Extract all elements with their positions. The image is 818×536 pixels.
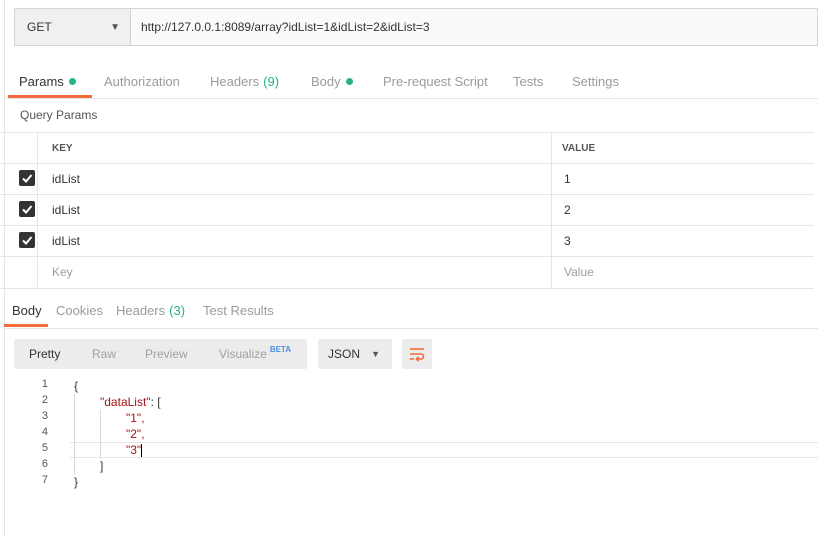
line-number: 3 bbox=[41, 410, 48, 422]
line-number: 4 bbox=[41, 426, 48, 438]
table-row bbox=[0, 163, 814, 195]
code-line: "dataList": [ bbox=[100, 394, 161, 410]
text-cursor bbox=[141, 444, 143, 458]
active-tab-underline bbox=[8, 95, 92, 98]
tab-headers[interactable]: Headers (9) bbox=[210, 66, 279, 97]
line-number: 7 bbox=[41, 474, 48, 486]
view-pretty-button[interactable]: Pretty bbox=[29, 339, 60, 369]
tab-tests[interactable]: Tests bbox=[513, 66, 543, 97]
format-select[interactable]: JSON ▼ bbox=[318, 339, 392, 369]
tab-params[interactable]: Params bbox=[19, 66, 76, 97]
indent-guide bbox=[100, 410, 101, 458]
tab-response-body-label: Body bbox=[12, 303, 42, 318]
params-indicator-dot bbox=[68, 78, 76, 85]
check-icon bbox=[22, 236, 33, 245]
view-raw-button[interactable]: Raw bbox=[92, 339, 116, 369]
method-select[interactable]: GET ▼ bbox=[15, 9, 131, 45]
tab-cookies-label: Cookies bbox=[56, 303, 103, 318]
tab-headers-count: (9) bbox=[263, 74, 280, 89]
tab-pre-request-script[interactable]: Pre-request Script bbox=[383, 66, 488, 97]
tab-response-body[interactable]: Body bbox=[12, 296, 42, 325]
tab-headers-label: Headers bbox=[210, 74, 260, 89]
active-tab-underline bbox=[4, 324, 48, 327]
tab-settings-label: Settings bbox=[572, 74, 619, 89]
indent-guide bbox=[74, 394, 75, 474]
code-line: "1", bbox=[126, 411, 145, 425]
line-number: 1 bbox=[41, 378, 48, 390]
code-line: ] bbox=[100, 459, 104, 473]
line-number: 2 bbox=[41, 394, 48, 406]
active-line-highlight bbox=[70, 442, 818, 458]
tab-settings[interactable]: Settings bbox=[572, 66, 619, 97]
code-line: "2", bbox=[126, 427, 145, 441]
check-icon bbox=[22, 174, 33, 183]
param-value[interactable]: 2 bbox=[564, 203, 571, 217]
param-key[interactable]: idList bbox=[52, 234, 80, 248]
param-value[interactable]: 3 bbox=[564, 234, 571, 248]
tab-cookies[interactable]: Cookies bbox=[56, 296, 103, 325]
tab-test-results[interactable]: Test Results bbox=[203, 296, 274, 325]
tab-pre-request-script-label: Pre-request Script bbox=[383, 74, 488, 89]
check-icon bbox=[22, 205, 33, 214]
request-bar: GET ▼ http://127.0.0.1:8089/array?idList… bbox=[14, 8, 818, 46]
json-key: "dataList" bbox=[100, 395, 151, 409]
chevron-down-icon: ▼ bbox=[371, 349, 380, 359]
code-line: { bbox=[74, 379, 79, 393]
view-preview-button[interactable]: Preview bbox=[145, 339, 188, 369]
beta-badge: BETA bbox=[269, 344, 291, 354]
table-row-new bbox=[0, 256, 814, 289]
table-row bbox=[0, 225, 814, 257]
body-indicator-dot bbox=[345, 78, 353, 85]
param-checkbox[interactable] bbox=[19, 232, 35, 248]
json-punctuation: : [ bbox=[150, 395, 161, 409]
tab-tests-label: Tests bbox=[513, 74, 544, 89]
tab-authorization[interactable]: Authorization bbox=[104, 66, 180, 97]
param-checkbox[interactable] bbox=[19, 170, 35, 186]
wrap-lines-icon bbox=[410, 348, 425, 362]
line-number: 6 bbox=[41, 458, 48, 470]
url-input[interactable]: http://127.0.0.1:8089/array?idList=1&idL… bbox=[141, 9, 430, 45]
column-divider bbox=[551, 132, 552, 287]
tab-response-headers[interactable]: Headers (3) bbox=[116, 296, 185, 325]
method-label: GET bbox=[27, 20, 52, 34]
visualize-label: Visualize bbox=[219, 347, 267, 361]
value-column-header: VALUE bbox=[562, 143, 596, 154]
tab-response-headers-count: (3) bbox=[169, 303, 186, 318]
param-key[interactable]: idList bbox=[52, 203, 80, 217]
query-params-title: Query Params bbox=[20, 108, 98, 122]
code-line: } bbox=[74, 475, 79, 489]
tab-test-results-label: Test Results bbox=[203, 303, 274, 318]
tab-authorization-label: Authorization bbox=[104, 74, 180, 89]
tab-response-headers-label: Headers bbox=[116, 303, 166, 318]
chevron-down-icon: ▼ bbox=[110, 21, 120, 33]
new-key-input[interactable]: Key bbox=[52, 265, 73, 279]
column-divider bbox=[37, 132, 38, 287]
wrap-lines-button[interactable] bbox=[402, 339, 432, 369]
response-tabs: Body Cookies Headers (3) Test Results bbox=[4, 296, 818, 329]
line-number: 5 bbox=[41, 442, 48, 454]
table-row bbox=[0, 194, 814, 226]
code-line: "3" bbox=[126, 442, 143, 458]
request-tabs: Params Authorization Headers (9) Body Pr… bbox=[4, 66, 818, 99]
tab-params-label: Params bbox=[19, 74, 64, 89]
code-line-text: "3" bbox=[126, 443, 142, 457]
new-value-input[interactable]: Value bbox=[564, 265, 594, 279]
view-visualize-button[interactable]: Visualize BETA bbox=[219, 339, 291, 369]
tab-body[interactable]: Body bbox=[311, 66, 353, 97]
format-label: JSON bbox=[328, 347, 361, 361]
view-mode-bar: Pretty Raw Preview Visualize BETA bbox=[14, 339, 307, 369]
tab-body-label: Body bbox=[311, 74, 341, 89]
params-header-row bbox=[0, 132, 814, 164]
key-column-header: KEY bbox=[52, 143, 73, 154]
param-key[interactable]: idList bbox=[52, 172, 80, 186]
param-checkbox[interactable] bbox=[19, 201, 35, 217]
param-value[interactable]: 1 bbox=[564, 172, 571, 186]
